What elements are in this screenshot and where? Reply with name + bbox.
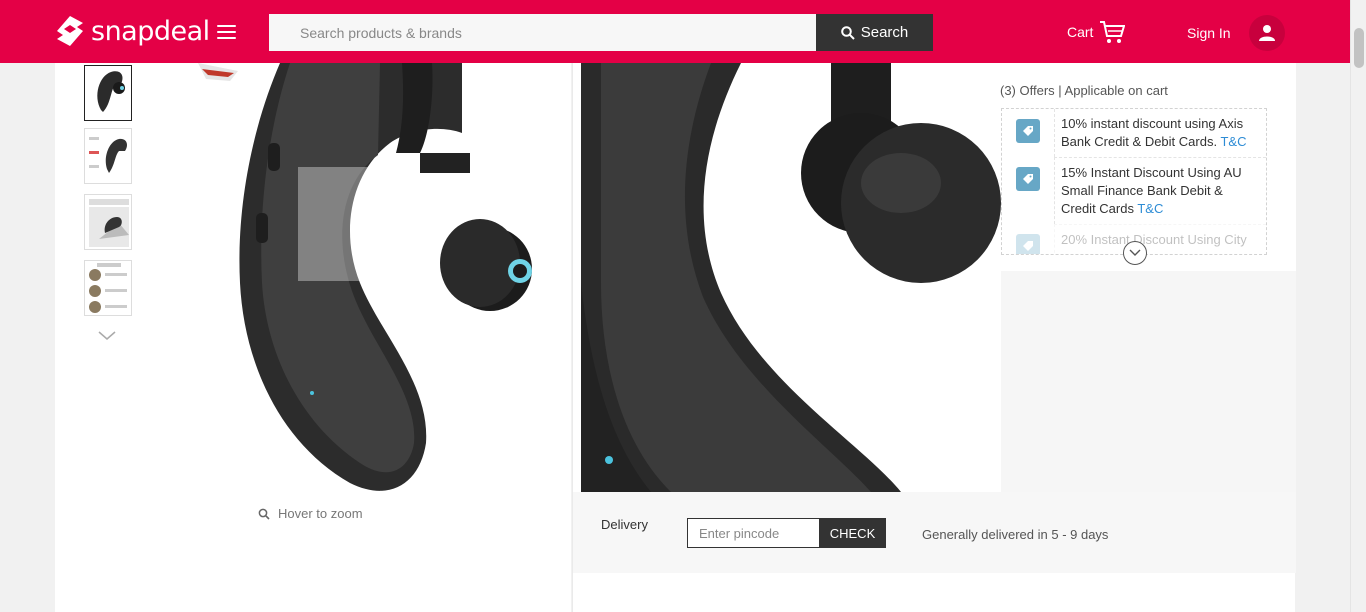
offers-list: 10% instant discount using Axis Bank Cre… xyxy=(1001,108,1267,255)
chevron-down-icon xyxy=(1129,249,1141,256)
cart-icon xyxy=(1100,21,1126,43)
scroll-thumb[interactable] xyxy=(1354,28,1364,68)
thumbnail-1[interactable] xyxy=(84,65,132,121)
tag-icon xyxy=(1016,167,1040,191)
product-gallery: Hover to zoom xyxy=(55,63,571,612)
pincode-input[interactable] xyxy=(687,518,820,548)
show-more-offers-button[interactable] xyxy=(1123,241,1147,265)
offer-text: 10% instant discount using Axis Bank Cre… xyxy=(1061,116,1244,149)
offer-item: 15% Instant Discount Using AU Small Fina… xyxy=(1002,157,1266,224)
cart-label: Cart xyxy=(1067,24,1094,40)
hover-to-zoom-label: Hover to zoom xyxy=(278,506,363,521)
product-main-image[interactable] xyxy=(190,63,550,493)
tc-link[interactable]: T&C xyxy=(1137,201,1163,216)
page-scrollbar[interactable] xyxy=(1350,0,1366,612)
search-icon xyxy=(840,25,855,40)
zoomed-product-image xyxy=(581,63,1001,492)
snapdeal-logo-icon xyxy=(57,16,83,46)
offers-title: (3) Offers | Applicable on cart xyxy=(1000,83,1168,98)
zoom-icon xyxy=(258,508,270,520)
signin-link[interactable]: Sign In xyxy=(1187,25,1231,41)
hover-to-zoom-hint: Hover to zoom xyxy=(258,506,363,521)
user-icon xyxy=(1259,25,1275,41)
delivery-section: Delivery CHECK Generally delivered in 5 … xyxy=(573,492,1296,573)
offers-backdrop xyxy=(1001,271,1296,492)
search-button[interactable]: Search xyxy=(816,14,933,51)
offer-item: 10% instant discount using Axis Bank Cre… xyxy=(1002,109,1266,157)
delivery-estimate: Generally delivered in 5 - 9 days xyxy=(922,527,1109,542)
tc-link[interactable]: T&C xyxy=(1220,134,1246,149)
user-avatar[interactable] xyxy=(1249,15,1285,51)
menu-icon[interactable] xyxy=(217,25,236,39)
snapdeal-logo[interactable]: snapdeal xyxy=(55,14,210,48)
search-input[interactable] xyxy=(269,14,817,51)
tag-icon xyxy=(1016,234,1040,254)
thumbnail-2[interactable] xyxy=(84,128,132,184)
offer-text: 20% Instant Discount Using City xyxy=(1061,232,1247,247)
delivery-label: Delivery xyxy=(601,517,648,532)
product-details-panel: (3) Offers | Applicable on cart 10% inst… xyxy=(572,63,1296,612)
brand-name: snapdeal xyxy=(91,15,210,47)
top-header: snapdeal Search Cart Sign In xyxy=(0,0,1350,63)
chevron-down-icon[interactable] xyxy=(98,331,116,341)
check-pincode-button[interactable]: CHECK xyxy=(819,518,886,548)
search-button-label: Search xyxy=(860,24,909,41)
tag-icon xyxy=(1016,119,1040,143)
cart-button[interactable]: Cart xyxy=(1067,20,1126,44)
thumbnail-4[interactable] xyxy=(84,260,132,316)
thumbnail-3[interactable] xyxy=(84,194,132,250)
